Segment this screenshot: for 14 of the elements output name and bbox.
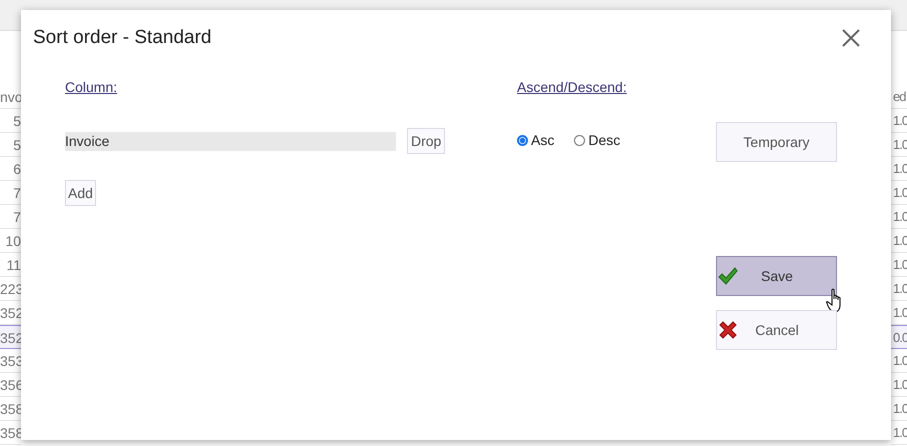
column-label: Column: [65,79,118,95]
drop-button[interactable]: Drop [407,128,446,154]
dialog-title: Sort order - Standard [33,27,212,49]
cross-icon [718,320,738,340]
direction-label: Ascend/Descend: [517,79,627,95]
direction-radio[interactable]: Asc [517,132,554,148]
save-button[interactable]: Save [716,256,837,296]
temporary-button[interactable]: Temporary [716,122,837,162]
add-button[interactable]: Add [65,180,96,206]
close-icon[interactable] [842,29,860,47]
check-icon [718,267,738,285]
direction-radio[interactable]: Desc [574,132,620,148]
cancel-button[interactable]: Cancel [716,310,837,350]
column-field[interactable]: Invoice [65,132,396,150]
